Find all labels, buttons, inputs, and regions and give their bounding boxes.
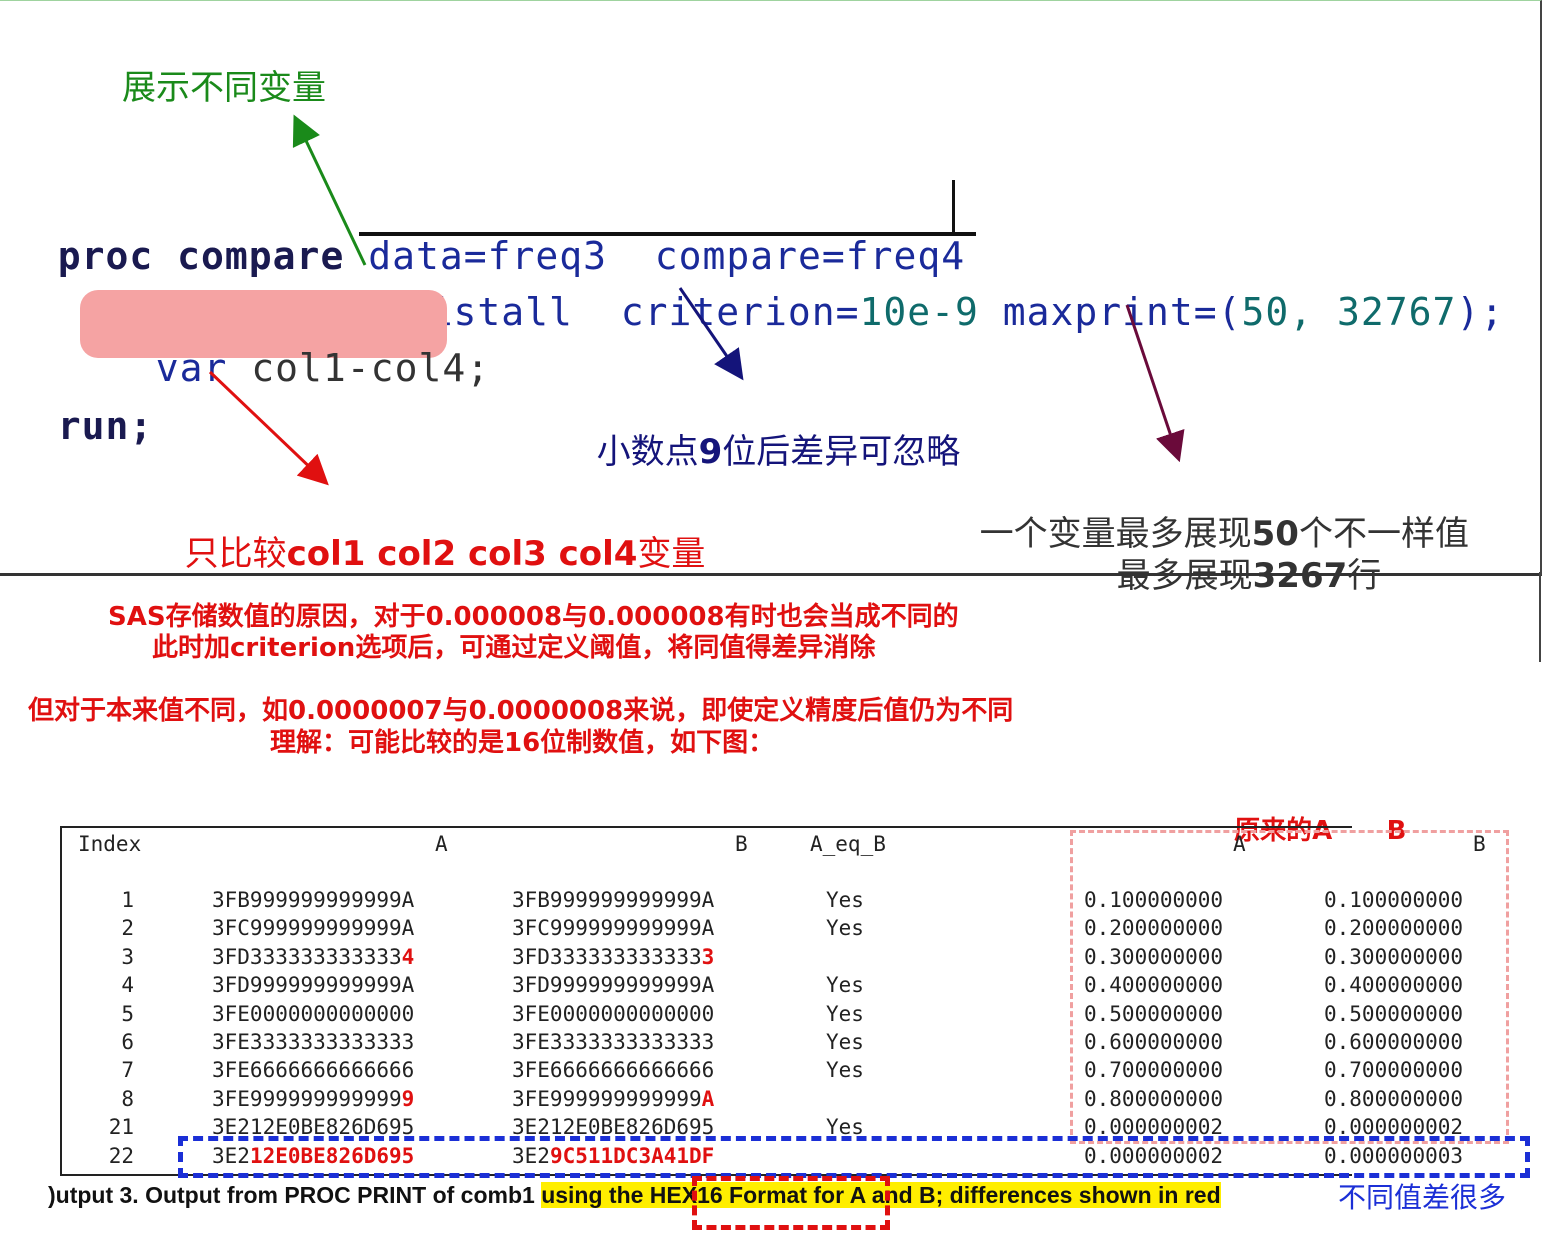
row-a-hex: 3FE3333333333333 (212, 1030, 415, 1054)
row-index: 2 (121, 916, 134, 940)
output-caption: )utput 3. Output from PROC PRINT of comb… (48, 1182, 1221, 1208)
row-index: 7 (121, 1058, 134, 1082)
row-b-hex: 3FD999999999999A (512, 973, 715, 997)
row-index: 3 (121, 945, 134, 969)
header-a: A (435, 832, 448, 856)
annotation-maxprint-2: 最多展现3267行 (1116, 556, 1382, 596)
row-index: 5 (121, 1002, 134, 1026)
row-a-eq-b: Yes (826, 1030, 864, 1054)
original-values-box (1070, 830, 1509, 1144)
row-a-hex: 3FE0000000000000 (212, 1002, 415, 1026)
annotation-criterion: 小数点9位后差异可忽略 (596, 432, 961, 472)
caption-cn-note: 不同值差很多 (1338, 1181, 1507, 1214)
row-b-hex: 3FB999999999999A (512, 888, 715, 912)
row-index: 22 (108, 1144, 134, 1168)
row-a-hex: 3FD3333333333334 (212, 945, 415, 969)
row-a-hex: 3FE6666666666666 (212, 1058, 415, 1082)
annotation-var: 只比较col1 col2 col3 col4变量 (184, 534, 706, 574)
header-index: Index (78, 832, 142, 856)
row-index: 21 (108, 1115, 134, 1139)
panel-border (1539, 572, 1541, 662)
row-b-hex: 3FC999999999999A (512, 916, 715, 940)
row-index: 1 (121, 888, 134, 912)
red-arrow (208, 370, 329, 486)
explanation-line-4: 理解：可能比较的是16位制数值，如下图： (270, 728, 775, 758)
row-a-hex: 3FE9999999999999 (212, 1087, 415, 1111)
difference-highlight-box (178, 1136, 1530, 1178)
table-border (1060, 826, 1352, 828)
row-a-hex: 3FC999999999999A (212, 916, 415, 940)
row-a-eq-b: Yes (826, 1002, 864, 1026)
row-a-hex: 3FB999999999999A (212, 888, 415, 912)
row-b-hex: 3FE0000000000000 (512, 1002, 715, 1026)
row-b-hex: 3FE6666666666666 (512, 1058, 715, 1082)
row-index: 6 (121, 1030, 134, 1054)
green-arrow (292, 114, 367, 266)
navy-arrow (678, 287, 744, 381)
row-b-hex: 3FE3333333333333 (512, 1030, 715, 1054)
explanation-line-2: 此时加criterion选项后，可通过定义阈值，将同值得差异消除 (152, 633, 876, 663)
hex16-highlight-box (692, 1176, 890, 1230)
row-a-eq-b: Yes (826, 1058, 864, 1082)
row-a-eq-b: Yes (826, 916, 864, 940)
header-a-eq-b: A_eq_B (810, 832, 886, 856)
row-a-eq-b: Yes (826, 888, 864, 912)
row-a-hex: 3FD999999999999A (212, 973, 415, 997)
row-b-hex: 3FE999999999999A (512, 1087, 715, 1111)
row-b-hex: 3FD3333333333333 (512, 945, 715, 969)
row-index: 4 (121, 973, 134, 997)
purple-arrow (1125, 304, 1185, 463)
row-index: 8 (121, 1087, 134, 1111)
row-a-eq-b: Yes (826, 973, 864, 997)
header-b: B (735, 832, 748, 856)
